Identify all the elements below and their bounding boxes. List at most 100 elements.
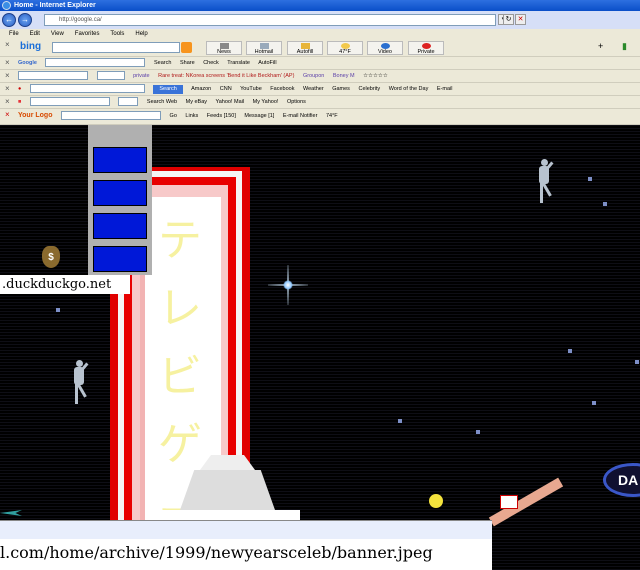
your-logo: Your Logo (18, 112, 53, 119)
address-input[interactable]: http://google.ca/ (44, 14, 496, 26)
status-bar: l.com/home/archive/1999/newyearsceleb/ba… (0, 520, 492, 570)
word-of-day-link[interactable]: Word of the Day (389, 86, 429, 92)
email-notifier-button[interactable]: E-mail Notifier (283, 113, 318, 119)
close-icon[interactable]: × (5, 110, 10, 119)
news-ticker[interactable]: Rare treat: NKorea screens 'Bend it Like… (158, 73, 294, 79)
chick-icon[interactable] (429, 494, 443, 508)
weather-label: 47°F (339, 49, 351, 55)
search-web-button[interactable]: Search Web (147, 99, 177, 105)
address-row: ← → http://google.ca/ ▾ ↻ ✕ (0, 11, 640, 29)
refresh-icon[interactable]: ↻ (503, 14, 514, 25)
ebay-logo-icon: ■ (18, 99, 22, 105)
star-dot (476, 430, 480, 434)
star-dot (56, 308, 60, 312)
youtube-link[interactable]: YouTube (240, 86, 262, 92)
celebrity-link[interactable]: Celebrity (358, 86, 380, 92)
da-logo[interactable]: DA (603, 463, 640, 497)
money-bag-icon[interactable]: $ (42, 246, 60, 268)
ebay-toolbar: × ■ Search Web My eBay Yahoo! Mail My Ya… (0, 96, 640, 109)
weather-link[interactable]: Weather (303, 86, 324, 92)
sparkle-star-icon (268, 265, 308, 305)
menu-tools[interactable]: Tools (110, 29, 124, 39)
private-link[interactable]: private (133, 73, 150, 79)
private-label: Private (417, 49, 435, 55)
yahoo-search-input[interactable] (118, 97, 139, 107)
menu-file[interactable]: File (9, 29, 19, 39)
news-label: News (217, 49, 231, 55)
block-ladder (88, 125, 152, 275)
autofill-button[interactable]: Autofill (287, 41, 323, 55)
games-link[interactable]: Games (332, 86, 350, 92)
google-search-input[interactable] (45, 58, 146, 68)
close-icon[interactable]: × (5, 84, 10, 93)
news-toolbar: × private Rare treat: NKorea screens 'Be… (0, 70, 640, 83)
bing-logo: bing (20, 41, 42, 52)
news-button[interactable]: News (206, 41, 242, 55)
star-dot (635, 360, 639, 364)
my-ebay-link[interactable]: My eBay (186, 99, 207, 105)
rating-stars-icon: ☆☆☆☆☆ (363, 73, 388, 79)
amazon-link[interactable]: Amazon (191, 86, 211, 92)
facebook-link[interactable]: Facebook (270, 86, 294, 92)
close-icon[interactable]: × (5, 71, 10, 80)
temperature-label: 74°F (325, 113, 338, 119)
links-button[interactable]: Links (185, 113, 198, 119)
video-button[interactable]: Video (367, 41, 403, 55)
boney-m-link[interactable]: Boney M (333, 73, 355, 79)
message-button[interactable]: Message [1] (244, 113, 274, 119)
star-core (283, 280, 293, 290)
my-yahoo-link[interactable]: My Yahoo! (253, 99, 279, 105)
autofill-label: Autofill (296, 49, 314, 55)
ask-search-button[interactable]: Search (153, 85, 183, 94)
stop-icon[interactable]: ✕ (515, 14, 526, 25)
close-icon[interactable]: × (5, 40, 10, 49)
toolbar-search-input[interactable] (18, 71, 88, 81)
news-icon (220, 43, 229, 49)
window-titlebar: Home - Internet Explorer (0, 0, 640, 11)
options-button[interactable]: Options (287, 99, 306, 105)
forward-button[interactable]: → (18, 13, 32, 27)
blue-block (93, 213, 147, 239)
search-icon[interactable] (181, 42, 192, 53)
back-button[interactable]: ← (2, 13, 16, 27)
logo-search-input[interactable] (61, 111, 162, 121)
autofill-button[interactable]: AutoFill (258, 60, 276, 66)
close-icon[interactable]: × (5, 58, 10, 67)
sign-icon (500, 495, 518, 509)
toolbar-select[interactable] (96, 71, 125, 81)
star-dot (592, 401, 596, 405)
menu-help[interactable]: Help (135, 29, 147, 39)
share-button[interactable]: Share (180, 60, 195, 66)
ask-search-input[interactable] (29, 84, 145, 94)
star-dot (603, 202, 607, 206)
ebay-search-input[interactable] (29, 97, 110, 107)
shield-icon: ▮ (622, 41, 627, 51)
email-link[interactable]: E-mail (437, 86, 453, 92)
weather-button[interactable]: 47°F (327, 41, 363, 55)
hotmail-button[interactable]: Hotmail (246, 41, 282, 55)
go-button[interactable]: Go (170, 113, 177, 119)
menu-view[interactable]: View (51, 29, 64, 39)
ask-logo-icon: ● (18, 86, 22, 92)
menu-edit[interactable]: Edit (30, 29, 40, 39)
status-band (0, 521, 492, 539)
menu-favorites[interactable]: Favorites (75, 29, 100, 39)
private-button[interactable]: Private (408, 41, 444, 55)
bing-search-input[interactable] (52, 42, 180, 53)
hotmail-label: Hotmail (254, 49, 274, 55)
page-content: テレビゲー $ .duckduckgo.net DA l.com/home/ar… (0, 125, 640, 570)
search-button[interactable]: Search (154, 60, 171, 66)
add-icon[interactable]: + (598, 41, 603, 51)
blue-block (93, 246, 147, 272)
no-entry-icon (422, 43, 431, 49)
close-icon[interactable]: × (5, 97, 10, 106)
translate-button[interactable]: Translate (227, 60, 250, 66)
feeds-button[interactable]: Feeds [150] (207, 113, 236, 119)
groupon-link[interactable]: Groupon (303, 73, 324, 79)
window-title: Home - Internet Explorer (14, 2, 96, 9)
ship-icon (0, 510, 22, 516)
sun-icon (341, 43, 350, 49)
cnn-link[interactable]: CNN (220, 86, 232, 92)
yahoo-mail-link[interactable]: Yahoo! Mail (215, 99, 244, 105)
check-button[interactable]: Check (203, 60, 219, 66)
